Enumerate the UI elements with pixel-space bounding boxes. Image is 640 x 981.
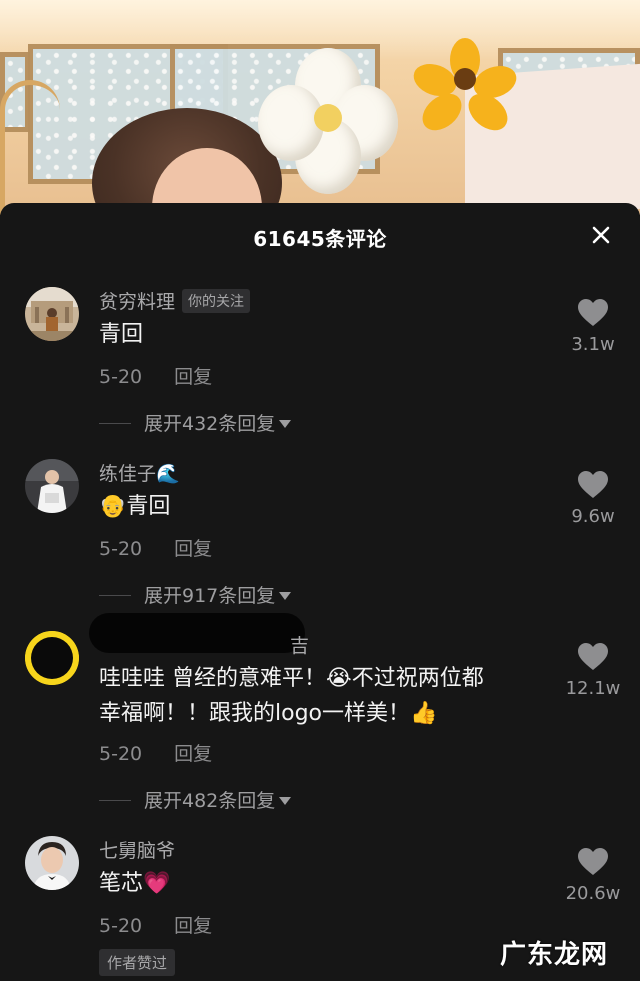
comment-meta: 5-20 回复	[99, 534, 212, 561]
video-arch	[0, 80, 60, 215]
comment-date: 5-20	[99, 743, 143, 765]
video-background	[0, 0, 640, 215]
like-count: 20.6w	[565, 883, 621, 904]
comment-text: 哇哇哇 曾经的意难平！😭不过祝两位都 幸福啊！！跟我的logo一样美！👍	[99, 661, 549, 731]
comment-text-line-2: 幸福啊！！跟我的logo一样美！👍	[99, 701, 438, 726]
expand-divider	[99, 423, 131, 424]
author-liked-badge: 作者赞过	[99, 949, 176, 976]
like-button[interactable]: 9.6w	[563, 470, 623, 527]
following-badge: 你的关注	[182, 289, 251, 313]
comments-panel: 61645条评论 贫穷料理 你的关注 青回 5-20 回复 3.1w 展开432…	[0, 203, 640, 981]
comment-username[interactable]: 练佳子🌊	[99, 459, 180, 486]
comment-date: 5-20	[99, 366, 143, 388]
like-button[interactable]: 12.1w	[563, 642, 623, 699]
close-icon[interactable]	[586, 220, 616, 250]
like-count: 9.6w	[571, 506, 615, 527]
expand-divider	[99, 595, 131, 596]
comment-meta: 5-20 回复	[99, 362, 212, 389]
comment-date: 5-20	[99, 915, 143, 937]
avatar[interactable]	[25, 459, 79, 513]
expand-replies-label[interactable]: 展开482条回复	[144, 790, 275, 812]
comment-username[interactable]: 贫穷料理 你的关注	[99, 287, 251, 314]
heart-icon	[578, 643, 608, 670]
comment-text-line-1: 哇哇哇 曾经的意难平！😭不过祝两位都	[99, 666, 484, 691]
avatar[interactable]	[25, 631, 79, 685]
expand-replies-button[interactable]: 展开432条回复	[99, 409, 292, 436]
avatar[interactable]	[25, 836, 79, 890]
expand-replies-button[interactable]: 展开482条回复	[99, 786, 292, 813]
chevron-down-icon	[279, 420, 292, 428]
expand-divider	[99, 800, 131, 801]
redacted-username	[89, 613, 305, 653]
chevron-down-icon	[279, 592, 292, 600]
sunflower	[409, 38, 521, 138]
expand-replies-label[interactable]: 展开917条回复	[144, 585, 275, 607]
like-button[interactable]: 20.6w	[563, 847, 623, 904]
comment-meta: 5-20 回复	[99, 739, 212, 766]
site-watermark: 广东龙网	[499, 940, 608, 970]
comment-date: 5-20	[99, 538, 143, 560]
like-button[interactable]: 3.1w	[563, 298, 623, 355]
reply-button[interactable]: 回复	[174, 915, 212, 937]
heart-icon	[578, 848, 608, 875]
comment-text: 笔芯💗	[99, 871, 171, 896]
comment-text: 👴青回	[99, 494, 171, 519]
comment-meta: 5-20 回复	[99, 911, 212, 938]
heart-icon	[578, 471, 608, 498]
expand-replies-label[interactable]: 展开432条回复	[144, 413, 275, 435]
heart-icon	[578, 299, 608, 326]
reply-button[interactable]: 回复	[174, 538, 212, 560]
white-flower	[258, 48, 398, 194]
comment-username-suffix[interactable]: 吉	[290, 631, 309, 658]
comment-count-title: 61645条评论	[253, 227, 387, 251]
comment-username[interactable]: 七舅脑爷	[99, 836, 175, 863]
like-count: 3.1w	[571, 334, 615, 355]
panel-header: 61645条评论	[0, 203, 640, 269]
like-count: 12.1w	[565, 678, 621, 699]
chevron-down-icon	[279, 797, 292, 805]
avatar[interactable]	[25, 287, 79, 341]
comment-text: 青回	[99, 322, 144, 347]
username-text[interactable]: 贫穷料理	[99, 291, 175, 313]
expand-replies-button[interactable]: 展开917条回复	[99, 581, 292, 608]
reply-button[interactable]: 回复	[174, 743, 212, 765]
reply-button[interactable]: 回复	[174, 366, 212, 388]
